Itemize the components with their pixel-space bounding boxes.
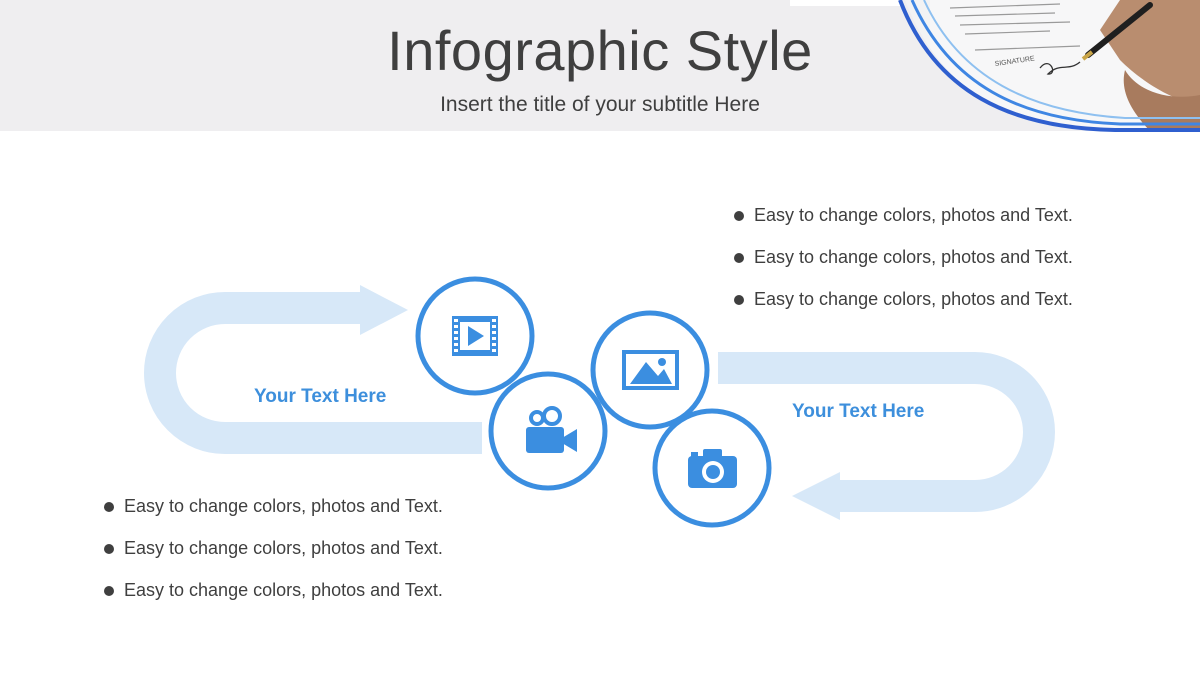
list-item: Easy to change colors, photos and Text. [734,205,1073,247]
film-node [415,276,535,396]
bullet-dot-icon [734,211,744,221]
camera-node [652,408,772,528]
left-flow-arrowhead [360,285,408,335]
list-item: Easy to change colors, photos and Text. [734,247,1073,289]
image-node [590,310,710,430]
list-item: Easy to change colors, photos and Text. [104,580,443,622]
bullet-dot-icon [734,295,744,305]
bullet-dot-icon [104,586,114,596]
bullet-list-top: Easy to change colors, photos and Text. … [734,205,1073,331]
list-item: Easy to change colors, photos and Text. [104,496,443,538]
film-icon [452,316,498,356]
list-item: Easy to change colors, photos and Text. [734,289,1073,331]
bullet-dot-icon [734,253,744,263]
left-text-label: Your Text Here [254,386,387,407]
bullet-dot-icon [104,544,114,554]
list-item: Easy to change colors, photos and Text. [104,538,443,580]
video-camera-node [488,371,608,491]
bullet-list-bottom: Easy to change colors, photos and Text. … [104,496,443,622]
right-flow-arrowhead [792,472,840,520]
bullet-dot-icon [104,502,114,512]
right-text-label: Your Text Here [792,401,925,422]
